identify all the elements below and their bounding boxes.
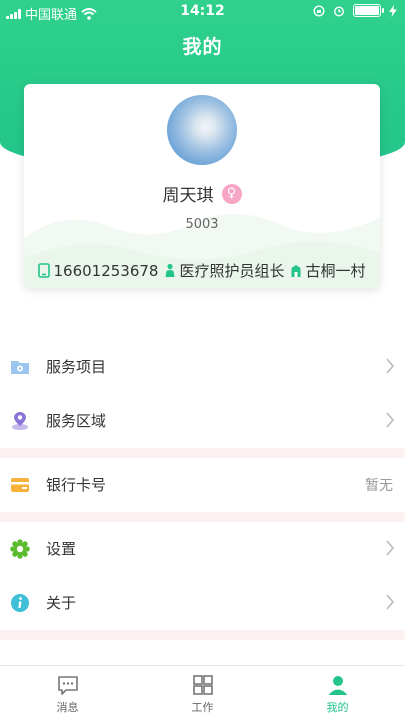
tab-messages[interactable]: 消息 (0, 666, 135, 720)
name-row: 周天琪 ♀ (24, 181, 380, 206)
phone-info: 16601253678 (38, 262, 158, 280)
location-label: 古桐一村 (305, 262, 366, 280)
menu-item-bank-card[interactable]: 银行卡号 暂无 (0, 458, 405, 512)
role-info: 医疗照护员组长 (164, 260, 284, 281)
section-divider (0, 448, 405, 458)
tab-mine[interactable]: 我的 (270, 666, 405, 720)
role-label: 医疗照护员组长 (179, 262, 285, 280)
avatar[interactable] (167, 95, 237, 165)
menu-item-label: 关于 (46, 594, 77, 612)
profile-info-row: 16601253678 医疗照护员组长 古桐一村 (24, 260, 380, 281)
menu-item-label: 服务项目 (46, 358, 107, 376)
alarm-icon (333, 5, 345, 17)
chevron-right-icon (386, 412, 395, 428)
tab-label: 消息 (56, 701, 79, 714)
battery-icon (353, 4, 384, 17)
tab-label: 我的 (326, 701, 349, 714)
menu-item-settings[interactable]: 设置 (0, 522, 405, 576)
tab-bar: 消息 工作 我的 (0, 665, 405, 720)
employee-id: 5003 (185, 217, 219, 232)
info-icon (11, 594, 29, 612)
tab-label: 工作 (191, 701, 214, 714)
menu-item-service-items[interactable]: 服务项目 (0, 340, 405, 394)
nurse-icon (165, 263, 175, 277)
menu-item-service-area[interactable]: 服务区域 (0, 394, 405, 448)
location-pin-icon (12, 412, 28, 430)
gear-icon (10, 539, 30, 559)
folder-gear-icon (11, 361, 29, 374)
phone-icon (38, 263, 51, 278)
bank-card-value: 暂无 (365, 478, 393, 494)
person-icon (328, 676, 347, 695)
menu-item-label: 银行卡号 (46, 476, 107, 494)
chevron-right-icon (386, 358, 395, 374)
menu-item-label: 服务区域 (46, 412, 107, 430)
status-bar: 中国联通 14:12 (0, 0, 405, 24)
profile-card: 周天琪 ♀ 5003 16601253678 医疗照护员组长 古桐一村 (24, 84, 380, 288)
rotation-lock-icon (313, 4, 325, 17)
chevron-right-icon (386, 540, 395, 556)
charging-icon (389, 4, 397, 17)
chevron-right-icon (386, 594, 395, 610)
menu-item-about[interactable]: 关于 (0, 576, 405, 630)
section-divider (0, 512, 405, 522)
phone-number: 16601253678 (53, 261, 159, 280)
page-title: 我的 (182, 36, 223, 58)
user-name: 周天琪 (162, 186, 214, 206)
section-divider (0, 630, 405, 640)
tab-work[interactable]: 工作 (135, 666, 270, 720)
status-right (313, 4, 397, 17)
female-icon: ♀ (221, 183, 242, 204)
bank-card-icon (11, 478, 29, 492)
message-icon (57, 676, 78, 695)
menu-item-label: 设置 (46, 540, 77, 558)
grid-icon (192, 675, 213, 695)
location-info: 古桐一村 (290, 260, 366, 281)
building-icon (291, 265, 301, 277)
settings-menu: 服务项目 服务区域 银行卡号 暂无 设置 关于 (0, 340, 405, 640)
